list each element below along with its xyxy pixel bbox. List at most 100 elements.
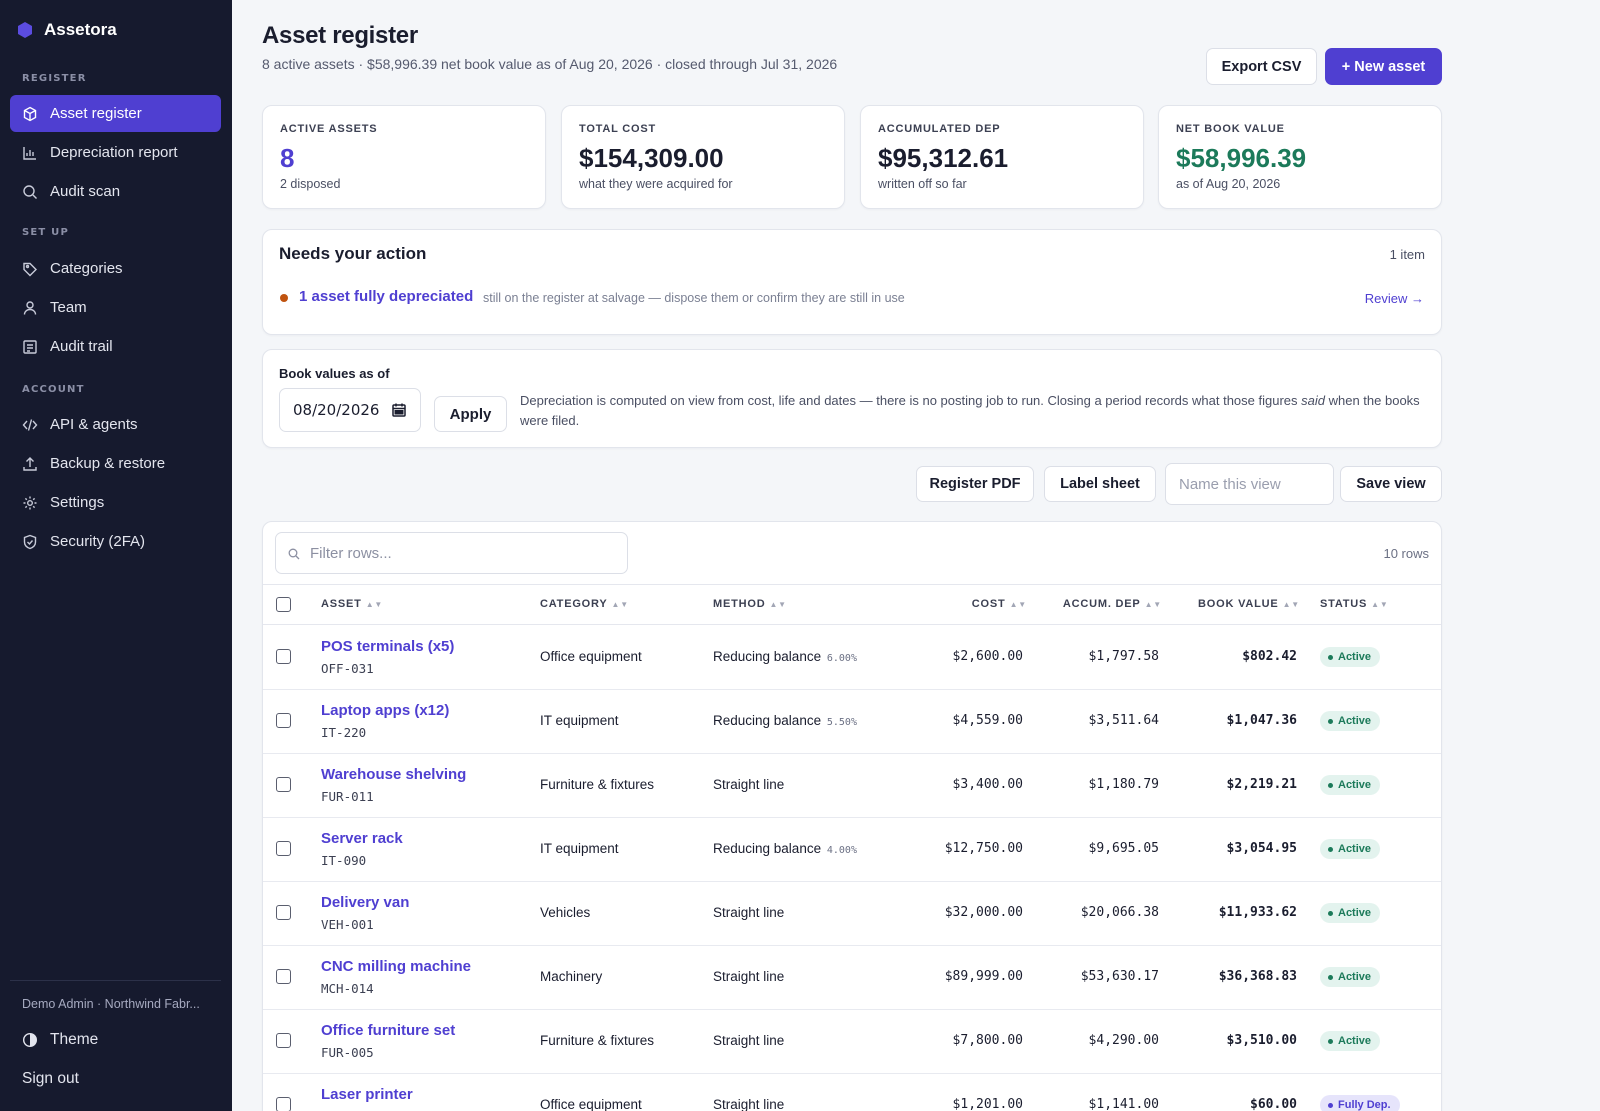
row-checkbox[interactable] <box>276 649 291 664</box>
sidebar-item-audit-scan[interactable]: Audit scan <box>10 173 221 210</box>
table-row[interactable]: Server rack IT-090 IT equipment Reducing ba… <box>263 818 1441 882</box>
theme-label: Theme <box>50 1031 99 1048</box>
sidebar-item-backup-restore[interactable]: Backup & restore <box>10 445 221 482</box>
sidebar-item-audit-trail[interactable]: Audit trail <box>10 328 221 365</box>
search-icon <box>288 548 300 560</box>
table-row[interactable]: POS terminals (x5) OFF-031 Office equipmen… <box>263 626 1441 690</box>
stat-note: 2 disposed <box>280 177 341 191</box>
sort-icon: ▲▼ <box>611 600 629 609</box>
asset-name-link[interactable]: Laptop apps (x12) <box>321 702 449 719</box>
method-cell: Straight line <box>713 1033 786 1048</box>
theme-toggle[interactable]: Theme <box>22 1031 98 1049</box>
apply-button[interactable]: Apply <box>434 396 507 432</box>
status-dot <box>1328 1102 1333 1108</box>
sidebar-item-asset-register[interactable]: Asset register <box>10 95 221 132</box>
sort-icon: ▲▼ <box>1371 600 1389 609</box>
row-checkbox[interactable] <box>276 1097 291 1111</box>
sidebar-item-team[interactable]: Team <box>10 289 221 326</box>
sidebar-item-depreciation-report[interactable]: Depreciation report <box>10 134 221 171</box>
asset-name-link[interactable]: Delivery van <box>321 894 409 911</box>
column-header-label: ACCUM. DEP <box>1062 598 1141 610</box>
stat-note: written off so far <box>878 177 967 191</box>
accum-dep-cell: $20,066.38 <box>1080 905 1159 920</box>
list-icon <box>23 339 37 354</box>
column-header-asset[interactable]: ASSET ▲▼ <box>321 598 383 610</box>
sign-out-link[interactable]: Sign out <box>22 1070 79 1088</box>
sidebar-item-label: Security (2FA) <box>50 533 146 550</box>
asset-name-link[interactable]: Office furniture set <box>321 1022 455 1039</box>
fully-depreciated-link[interactable]: 1 asset fully depreciated <box>299 288 473 305</box>
table-row[interactable]: Office furniture set FUR-005 Furniture & f… <box>263 1010 1441 1074</box>
register-pdf-button[interactable]: Register PDF <box>916 466 1034 502</box>
category-cell: Machinery <box>540 969 603 984</box>
stat-note: as of Aug 20, 2026 <box>1176 177 1281 191</box>
accum-dep-cell: $4,290.00 <box>1088 1033 1159 1048</box>
sidebar-item-security[interactable]: Security (2FA) <box>10 523 221 560</box>
asset-name-link[interactable]: Warehouse shelving <box>321 766 466 783</box>
category-cell: Office equipment <box>540 649 642 664</box>
sidebar-item-label: API & agents <box>50 416 138 433</box>
status-label: Active <box>1338 779 1372 791</box>
row-checkbox[interactable] <box>276 969 291 984</box>
review-link[interactable]: Review → <box>1365 291 1424 306</box>
column-header-label: METHOD <box>713 598 766 610</box>
book-values-description: Depreciation is computed on view from co… <box>520 391 1420 431</box>
calendar-icon[interactable] <box>392 403 406 417</box>
method-label: Straight line <box>713 777 785 792</box>
row-checkbox[interactable] <box>276 777 291 792</box>
new-asset-button[interactable]: + New asset <box>1325 48 1442 85</box>
export-csv-button[interactable]: Export CSV <box>1206 48 1317 85</box>
accum-dep-cell: $9,695.05 <box>1088 841 1159 856</box>
table-row[interactable]: CNC milling machine MCH-014 Machinery Strai… <box>263 946 1441 1010</box>
column-header-book-value[interactable]: BOOK VALUE ▲▼ <box>1198 598 1300 610</box>
asset-name-link[interactable]: CNC milling machine <box>321 958 471 975</box>
status-dot <box>1328 846 1333 852</box>
view-name-input[interactable]: Name this view <box>1165 463 1334 505</box>
row-checkbox[interactable] <box>276 841 291 856</box>
row-checkbox[interactable] <box>276 713 291 728</box>
date-value: 08/20/2026 <box>293 401 380 419</box>
sidebar-item-settings[interactable]: Settings <box>10 484 221 521</box>
filter-input[interactable]: Filter rows... <box>275 532 628 574</box>
as-of-date-input[interactable]: 08/20/2026 <box>279 388 421 432</box>
book-value-cell: $2,219.21 <box>1226 777 1297 792</box>
asset-name-link[interactable]: Laser printer <box>321 1086 413 1103</box>
tag-icon <box>23 262 37 276</box>
sidebar-item-api-agents[interactable]: API & agents <box>10 406 221 443</box>
status-dot <box>1328 654 1333 660</box>
label-sheet-button[interactable]: Label sheet <box>1044 466 1156 502</box>
status-dot <box>1328 782 1333 788</box>
asset-name-link[interactable]: Server rack <box>321 830 403 847</box>
save-view-button[interactable]: Save view <box>1340 466 1442 502</box>
select-all-checkbox[interactable] <box>276 597 291 612</box>
column-header-accum-dep[interactable]: ACCUM. DEP ▲▼ <box>1063 598 1162 610</box>
method-cell: Straight line <box>713 905 786 920</box>
row-checkbox[interactable] <box>276 905 291 920</box>
row-checkbox[interactable] <box>276 1033 291 1048</box>
method-label: Straight line <box>713 905 785 920</box>
column-header-status[interactable]: STATUS ▲▼ <box>1320 598 1389 610</box>
sidebar-item-label: Depreciation report <box>50 144 178 161</box>
page-subtitle: 8 active assets · $58,996.39 net book va… <box>262 56 838 72</box>
sidebar-item-label: Categories <box>50 260 123 277</box>
cost-cell: $7,800.00 <box>952 1033 1023 1048</box>
table-row[interactable]: Delivery van VEH-001 Vehicles Straight line… <box>263 882 1441 946</box>
stat-value: $154,309.00 <box>579 143 724 173</box>
asset-name-link[interactable]: POS terminals (x5) <box>321 638 454 655</box>
column-header-label: STATUS <box>1320 598 1368 610</box>
cost-cell: $12,750.00 <box>944 841 1023 856</box>
table-row[interactable]: Laptop apps (x12) IT-220 IT equipment Reduc… <box>263 690 1441 754</box>
column-header-category[interactable]: CATEGORY ▲▼ <box>540 598 629 610</box>
column-header-cost[interactable]: COST ▲▼ <box>972 598 1027 610</box>
column-header-method[interactable]: METHOD ▲▼ <box>713 598 787 610</box>
brand[interactable]: Assetora <box>18 20 117 40</box>
sidebar-item-label: Settings <box>50 494 105 511</box>
book-value-cell: $1,047.36 <box>1226 713 1297 728</box>
sort-icon: ▲▼ <box>1009 600 1027 609</box>
table-row[interactable]: Laser printer Office equipment Straight li… <box>263 1074 1441 1111</box>
sidebar-item-categories[interactable]: Categories <box>10 250 221 287</box>
asset-code: OFF-031 <box>321 661 374 676</box>
cost-cell: $1,201.00 <box>952 1097 1023 1111</box>
table-row[interactable]: Warehouse shelving FUR-011 Furniture & fix… <box>263 754 1441 818</box>
asset-code: IT-090 <box>321 853 367 868</box>
